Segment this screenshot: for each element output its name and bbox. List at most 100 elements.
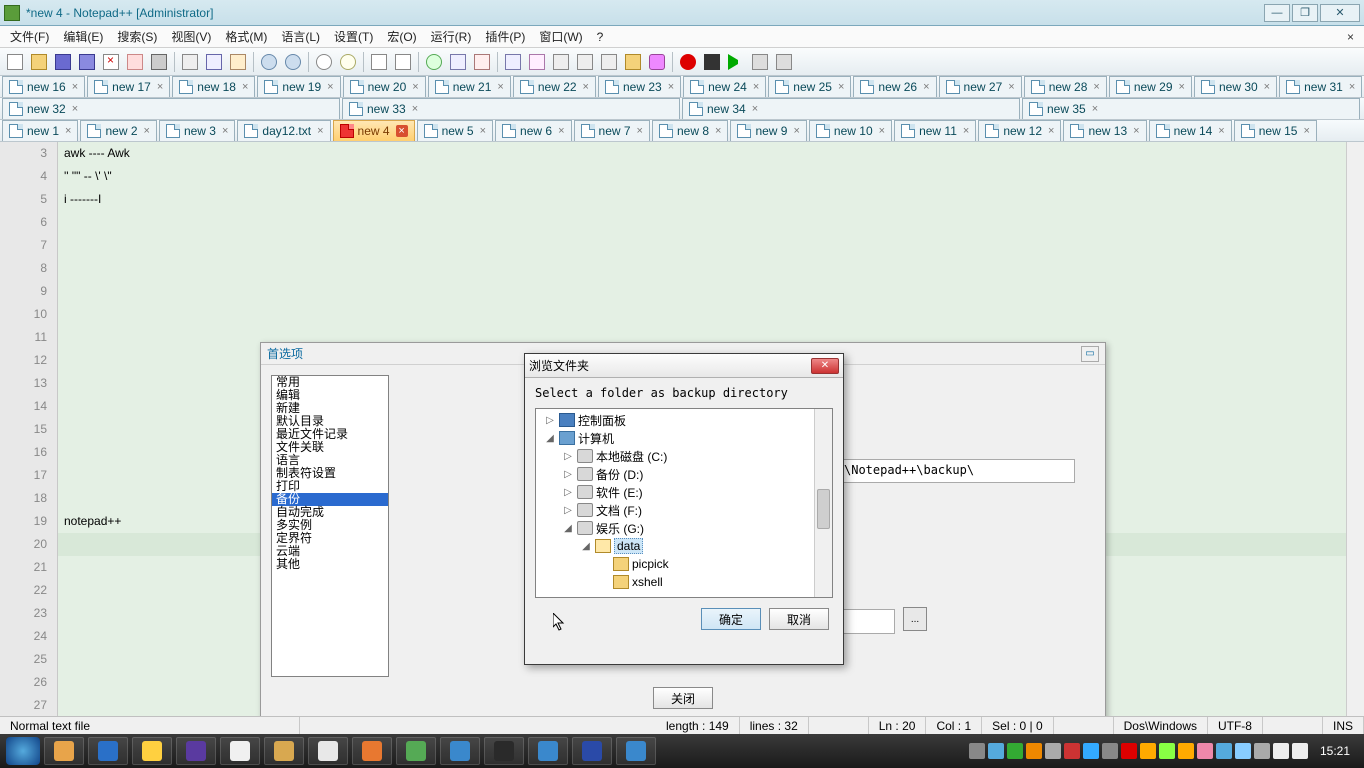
- file-tab[interactable]: new 30×: [1194, 76, 1277, 97]
- file-tab[interactable]: new 24×: [683, 76, 766, 97]
- tray-icon[interactable]: [1140, 743, 1156, 759]
- macro-play-button[interactable]: [725, 51, 747, 73]
- find-button[interactable]: [313, 51, 335, 73]
- file-tab[interactable]: new 1×: [2, 120, 78, 141]
- taskbar-app-button[interactable]: [352, 737, 392, 765]
- tab-close-icon[interactable]: ×: [327, 81, 333, 93]
- tray-icon[interactable]: [1159, 743, 1175, 759]
- tab-close-icon[interactable]: ×: [1093, 81, 1099, 93]
- tray-icon[interactable]: [1026, 743, 1042, 759]
- tab-close-icon[interactable]: ×: [72, 103, 78, 115]
- function-list-button[interactable]: [598, 51, 620, 73]
- word-wrap-button[interactable]: [447, 51, 469, 73]
- browse-close-button[interactable]: ✕: [811, 358, 839, 374]
- close-button[interactable]: ✕: [1320, 4, 1360, 22]
- zoom-in-button[interactable]: [368, 51, 390, 73]
- macro-multi-play-button[interactable]: [749, 51, 771, 73]
- menu-item[interactable]: 设置(T): [328, 26, 379, 47]
- save-all-button[interactable]: [76, 51, 98, 73]
- file-tab[interactable]: new 2×: [80, 120, 156, 141]
- file-tab[interactable]: new 29×: [1109, 76, 1192, 97]
- taskbar-app-button[interactable]: [616, 737, 656, 765]
- tab-close-icon[interactable]: ×: [923, 81, 929, 93]
- replace-button[interactable]: [337, 51, 359, 73]
- menu-item[interactable]: 格式(M): [219, 26, 273, 47]
- preferences-close-bottom-button[interactable]: 关闭: [653, 687, 713, 709]
- user-lang-button[interactable]: [526, 51, 548, 73]
- taskbar-app-button[interactable]: [220, 737, 260, 765]
- tab-close-icon[interactable]: ×: [752, 103, 758, 115]
- menu-item[interactable]: 文件(F): [4, 26, 55, 47]
- file-tab[interactable]: new 25×: [768, 76, 851, 97]
- cut-button[interactable]: [179, 51, 201, 73]
- taskbar-app-button[interactable]: [308, 737, 348, 765]
- tab-close-icon[interactable]: ×: [1218, 125, 1224, 137]
- menu-item[interactable]: 编辑(E): [57, 26, 109, 47]
- paste-button[interactable]: [227, 51, 249, 73]
- tab-close-icon[interactable]: ×: [963, 125, 969, 137]
- menu-item[interactable]: 宏(O): [381, 26, 422, 47]
- file-tab[interactable]: new 22×: [513, 76, 596, 97]
- file-tab[interactable]: new 14×: [1149, 120, 1232, 141]
- tab-close-icon[interactable]: ×: [715, 125, 721, 137]
- file-tab[interactable]: new 12×: [978, 120, 1061, 141]
- taskbar-app-button[interactable]: [132, 737, 172, 765]
- taskbar-app-button[interactable]: [440, 737, 480, 765]
- doc-map-button[interactable]: [550, 51, 572, 73]
- file-tab[interactable]: new 16×: [2, 76, 85, 97]
- browse-titlebar[interactable]: 浏览文件夹 ✕: [525, 354, 843, 378]
- file-tab[interactable]: new 13×: [1063, 120, 1146, 141]
- indent-guide-button[interactable]: [502, 51, 524, 73]
- taskbar-app-button[interactable]: [88, 737, 128, 765]
- print-button[interactable]: [148, 51, 170, 73]
- browse-ok-button[interactable]: 确定: [701, 608, 761, 630]
- folder-tree[interactable]: ▷控制面板◢计算机▷本地磁盘 (C:)▷备份 (D:)▷软件 (E:)▷文档 (…: [535, 408, 833, 598]
- tab-close-icon[interactable]: ×: [583, 81, 589, 93]
- tree-expand-icon[interactable]: ▷: [562, 487, 574, 498]
- browse-cancel-button[interactable]: 取消: [769, 608, 829, 630]
- tray-icon[interactable]: [1235, 743, 1251, 759]
- tray-icon[interactable]: [1216, 743, 1232, 759]
- tab-close-icon[interactable]: ×: [879, 125, 885, 137]
- close-all-button[interactable]: [124, 51, 146, 73]
- tray-icon[interactable]: [1273, 743, 1289, 759]
- tab-close-icon[interactable]: ×: [793, 125, 799, 137]
- preferences-close-button[interactable]: ▭: [1081, 346, 1099, 362]
- copy-button[interactable]: [203, 51, 225, 73]
- file-tab[interactable]: new 18×: [172, 76, 255, 97]
- tree-expand-icon[interactable]: ▷: [544, 415, 556, 426]
- file-tab[interactable]: new 19×: [257, 76, 340, 97]
- prefs-category-item[interactable]: 其他: [272, 558, 388, 571]
- tab-close-icon[interactable]: ×: [144, 125, 150, 137]
- tree-item[interactable]: ▷文档 (F:): [536, 501, 832, 519]
- tab-close-icon[interactable]: ×: [637, 125, 643, 137]
- doc-list-button[interactable]: [574, 51, 596, 73]
- sync-scroll-button[interactable]: [423, 51, 445, 73]
- tab-close-icon[interactable]: ×: [222, 125, 228, 137]
- tray-icon[interactable]: [1083, 743, 1099, 759]
- menu-item[interactable]: 搜索(S): [111, 26, 163, 47]
- tray-icon[interactable]: [1064, 743, 1080, 759]
- file-tab[interactable]: new 10×: [809, 120, 892, 141]
- tree-expand-icon[interactable]: ◢: [544, 433, 556, 444]
- tab-close-icon[interactable]: ×: [396, 125, 408, 137]
- file-tab[interactable]: new 23×: [598, 76, 681, 97]
- file-tab[interactable]: new 21×: [428, 76, 511, 97]
- tab-close-icon[interactable]: ×: [1303, 125, 1309, 137]
- tab-close-icon[interactable]: ×: [65, 125, 71, 137]
- close-file-button[interactable]: [100, 51, 122, 73]
- file-tab[interactable]: new 20×: [343, 76, 426, 97]
- tray-icon[interactable]: [1197, 743, 1213, 759]
- file-tab[interactable]: new 28×: [1024, 76, 1107, 97]
- tray-icon[interactable]: [969, 743, 985, 759]
- file-tab[interactable]: new 7×: [574, 120, 650, 141]
- taskbar-app-button[interactable]: [396, 737, 436, 765]
- open-file-button[interactable]: [28, 51, 50, 73]
- file-tab[interactable]: new 35×: [1022, 98, 1360, 119]
- tray-icon[interactable]: [1178, 743, 1194, 759]
- file-tab[interactable]: new 3×: [159, 120, 235, 141]
- tab-close-icon[interactable]: ×: [668, 81, 674, 93]
- tab-close-icon[interactable]: ×: [838, 81, 844, 93]
- tab-close-icon[interactable]: ×: [1349, 81, 1355, 93]
- file-tab[interactable]: new 26×: [853, 76, 936, 97]
